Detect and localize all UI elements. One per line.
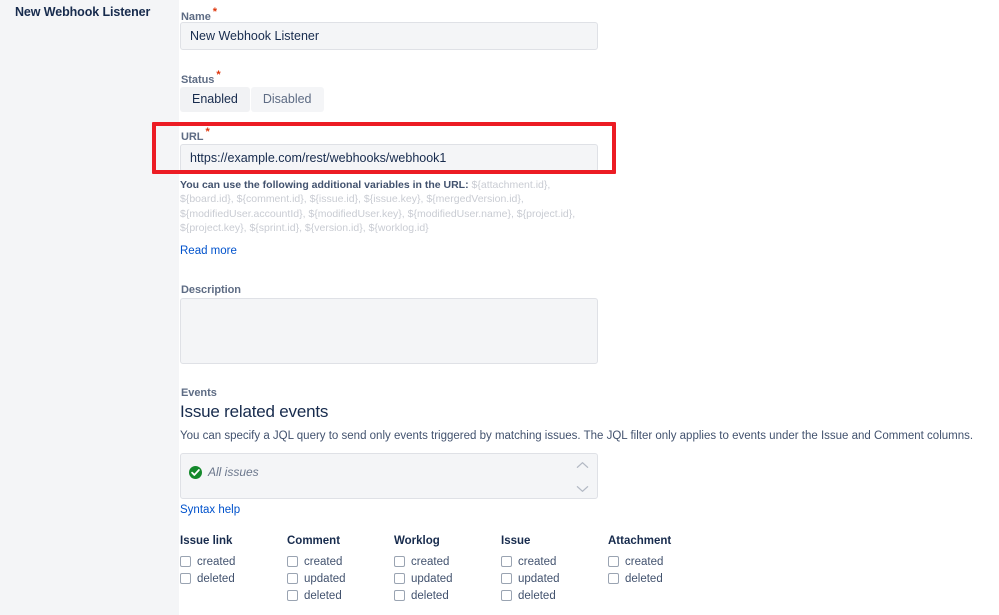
name-required-asterisk: * xyxy=(212,6,217,19)
check-circle-icon xyxy=(189,466,202,479)
jql-stepper[interactable] xyxy=(576,461,590,493)
checkbox-worklog-deleted[interactable] xyxy=(394,590,405,601)
checkbox-label: deleted xyxy=(197,572,235,585)
checkbox-label: deleted xyxy=(411,589,449,602)
description-label-text: Description xyxy=(181,284,241,296)
events-section-label: Events xyxy=(181,387,217,399)
checkbox-label: updated xyxy=(304,572,346,585)
name-input[interactable] xyxy=(180,22,598,50)
checkbox-comment-updated[interactable] xyxy=(287,573,298,584)
issue-related-events-heading: Issue related events xyxy=(180,402,329,421)
event-checkbox-row[interactable]: created xyxy=(501,553,608,570)
checkbox-label: created xyxy=(197,555,236,568)
event-checkbox-row[interactable]: deleted xyxy=(287,587,394,604)
url-required-asterisk: * xyxy=(205,126,210,139)
checkbox-attachment-deleted[interactable] xyxy=(608,573,619,584)
event-column-title: Worklog xyxy=(394,535,440,547)
event-checkbox-columns: Issue link created deleted Comment created up… xyxy=(180,535,820,604)
checkbox-comment-created[interactable] xyxy=(287,556,298,567)
description-field-label: Description xyxy=(181,284,241,296)
url-variables-lead: You can use the following additional var… xyxy=(180,179,469,191)
checkbox-issue-deleted[interactable] xyxy=(501,590,512,601)
event-checkbox-row[interactable]: deleted xyxy=(180,570,287,587)
status-required-asterisk: * xyxy=(216,69,221,82)
form-column: Name* Status* Enabled Disabled URL* You … xyxy=(152,0,999,615)
chevron-down-icon[interactable] xyxy=(576,485,589,493)
status-segmented-control: Enabled Disabled xyxy=(180,87,324,112)
read-more-link[interactable]: Read more xyxy=(180,245,237,257)
description-textarea[interactable] xyxy=(180,298,598,364)
event-checkbox-row[interactable]: updated xyxy=(287,570,394,587)
checkbox-worklog-updated[interactable] xyxy=(394,573,405,584)
checkbox-label: created xyxy=(625,555,664,568)
status-enabled-button[interactable]: Enabled xyxy=(180,87,250,112)
status-label-text: Status xyxy=(181,74,215,86)
chevron-up-icon[interactable] xyxy=(576,461,589,469)
checkbox-issue-link-created[interactable] xyxy=(180,556,191,567)
event-checkbox-row[interactable]: deleted xyxy=(394,587,501,604)
webhook-listener-form-page: New Webhook Listener Name* Status* Enabl… xyxy=(0,0,999,615)
syntax-help-link[interactable]: Syntax help xyxy=(180,504,240,516)
checkbox-label: deleted xyxy=(304,589,342,602)
page-title: New Webhook Listener xyxy=(15,5,151,19)
event-column: Issue link created deleted xyxy=(180,535,287,604)
checkbox-label: created xyxy=(411,555,450,568)
event-checkbox-row[interactable]: created xyxy=(287,553,394,570)
checkbox-attachment-created[interactable] xyxy=(608,556,619,567)
checkbox-label: deleted xyxy=(625,572,663,585)
event-checkbox-row[interactable]: deleted xyxy=(501,587,608,604)
events-section-description: You can specify a JQL query to send only… xyxy=(180,430,974,442)
event-checkbox-row[interactable]: created xyxy=(394,553,501,570)
event-checkbox-row[interactable]: updated xyxy=(394,570,501,587)
event-column-title: Attachment xyxy=(608,535,672,547)
url-variables-help-text: You can use the following additional var… xyxy=(180,178,586,235)
url-input[interactable] xyxy=(180,144,598,172)
event-column-title: Comment xyxy=(287,535,341,547)
event-checkbox-row[interactable]: updated xyxy=(501,570,608,587)
event-column: Attachment created deleted xyxy=(608,535,715,604)
url-label-text: URL xyxy=(181,131,204,143)
url-field-label: URL * xyxy=(181,127,210,143)
checkbox-label: created xyxy=(304,555,343,568)
checkbox-label: deleted xyxy=(518,589,556,602)
checkbox-issue-updated[interactable] xyxy=(501,573,512,584)
event-column: Comment created updated deleted xyxy=(287,535,394,604)
checkbox-comment-deleted[interactable] xyxy=(287,590,298,601)
status-field-label: Status * xyxy=(181,70,221,86)
event-column-title: Issue xyxy=(501,535,531,547)
checkbox-label: updated xyxy=(411,572,453,585)
checkbox-issue-created[interactable] xyxy=(501,556,512,567)
checkbox-label: created xyxy=(518,555,557,568)
event-checkbox-row[interactable]: deleted xyxy=(608,570,715,587)
status-disabled-button[interactable]: Disabled xyxy=(250,87,324,112)
event-column: Issue created updated deleted xyxy=(501,535,608,604)
checkbox-label: updated xyxy=(518,572,560,585)
checkbox-issue-link-deleted[interactable] xyxy=(180,573,191,584)
event-column: Worklog created updated deleted xyxy=(394,535,501,604)
checkbox-worklog-created[interactable] xyxy=(394,556,405,567)
event-column-title: Issue link xyxy=(180,535,233,547)
jql-query-field[interactable]: All issues xyxy=(180,453,598,499)
left-sidebar-panel: New Webhook Listener xyxy=(0,0,179,615)
event-checkbox-row[interactable]: created xyxy=(180,553,287,570)
event-checkbox-row[interactable]: created xyxy=(608,553,715,570)
jql-query-value: All issues xyxy=(208,465,259,479)
